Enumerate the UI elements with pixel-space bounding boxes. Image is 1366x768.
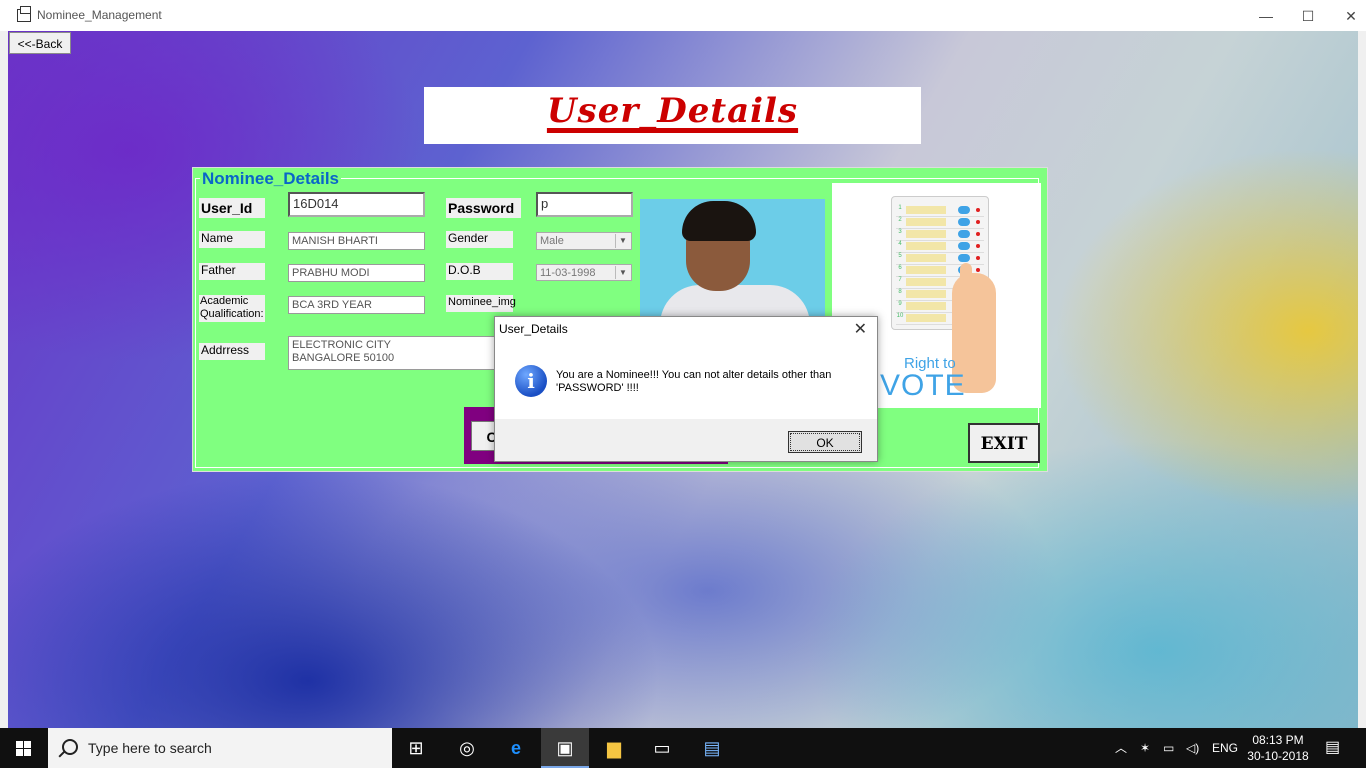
photo-shirt [660, 285, 810, 319]
dialog-footer: OK [495, 419, 877, 461]
clock-date: 30-10-2018 [1247, 749, 1309, 763]
nominee-photo [640, 199, 825, 319]
close-window-button[interactable]: ✕ [1328, 4, 1366, 28]
window-left-edge [0, 31, 8, 728]
user-id-field[interactable]: 16D014 [288, 192, 425, 217]
start-button[interactable] [0, 728, 48, 768]
ok-button[interactable]: OK [788, 431, 862, 453]
app-icon [17, 6, 31, 22]
battery-icon[interactable]: ▭ [1163, 728, 1174, 768]
notifications-icon[interactable]: ▤ [1325, 728, 1340, 768]
message-dialog: User_Details ✕ i You are a Nominee!!! Yo… [494, 316, 878, 462]
dialog-close-icon[interactable]: ✕ [854, 319, 867, 339]
dialog-message-line1: You are a Nominee!!! You can not alter d… [556, 369, 832, 381]
father-label: Father [199, 263, 265, 280]
password-field[interactable]: p [536, 192, 633, 217]
name-field[interactable]: MANISH BHARTI [288, 232, 425, 250]
qualification-label: Academic Qualification: [199, 295, 265, 322]
task-view-icon[interactable]: ⊞ [392, 728, 440, 768]
gender-select[interactable]: Male ▼ [536, 232, 632, 250]
address-label: Addrress [199, 343, 265, 360]
windows-logo-icon [16, 741, 31, 756]
dialog-title: User_Details [499, 322, 568, 336]
father-field[interactable]: PRABHU MODI [288, 264, 425, 282]
name-label: Name [199, 231, 265, 248]
gender-label: Gender [446, 231, 513, 248]
dob-label: D.O.B [446, 263, 513, 280]
file-explorer-icon[interactable]: ▆ [590, 728, 638, 768]
volume-icon[interactable]: ◁) [1186, 728, 1199, 768]
window-right-edge [1358, 31, 1366, 728]
vote-text: VOTE [880, 369, 966, 402]
maximize-button[interactable]: ☐ [1285, 4, 1331, 28]
edge-icon[interactable]: e [492, 728, 540, 768]
taskbar-search-box[interactable]: Type here to search [48, 728, 392, 768]
command-prompt-icon[interactable]: ▭ [638, 728, 686, 768]
address-field[interactable]: ELECTRONIC CITY BANGALORE 50100 [288, 336, 498, 370]
network-icon[interactable]: ✶ [1140, 728, 1150, 768]
page-title: User_Details [546, 91, 799, 131]
photo-hair [682, 201, 756, 241]
minimize-button[interactable]: — [1243, 4, 1289, 28]
dob-picker[interactable]: 11-03-1998 ▼ [536, 264, 632, 281]
dob-value: 11-03-1998 [540, 267, 596, 279]
password-label: Password [446, 198, 521, 218]
window-app-icon[interactable]: ▤ [688, 728, 736, 768]
chevron-down-icon[interactable]: ▼ [615, 266, 630, 279]
window-title: Nominee_Management [37, 8, 162, 22]
chevron-down-icon[interactable]: ▼ [615, 234, 630, 248]
info-icon: i [515, 365, 547, 397]
qualification-field[interactable]: BCA 3RD YEAR [288, 296, 425, 314]
taskbar: Type here to search ⊞ ◎ e ▣ ▆ ▭ ▤ ︿ ✶ ▭ … [0, 728, 1366, 768]
clock-time: 08:13 PM [1252, 733, 1304, 747]
group-title: Nominee_Details [200, 169, 341, 189]
nominee-img-label: Nominee_img [446, 295, 516, 312]
header-banner: User_Details [424, 87, 921, 144]
dialog-message-line2: 'PASSWORD' !!!! [556, 382, 639, 394]
language-indicator[interactable]: ENG [1212, 728, 1238, 768]
cortana-icon[interactable]: ◎ [443, 728, 491, 768]
user-id-label: User_Id [199, 198, 265, 218]
search-placeholder: Type here to search [88, 740, 212, 756]
clock[interactable]: 08:13 PM 30-10-2018 [1244, 732, 1312, 764]
vb-app-icon[interactable]: ▣ [541, 728, 589, 768]
chevron-up-icon[interactable]: ︿ [1115, 728, 1127, 768]
search-icon [62, 739, 78, 755]
dialog-message: You are a Nominee!!! You can not alter d… [556, 369, 831, 395]
gender-value: Male [540, 235, 564, 247]
exit-button[interactable]: EXIT [968, 423, 1040, 463]
back-button[interactable]: <<-Back [9, 32, 71, 54]
title-bar: Nominee_Management — ☐ ✕ [0, 0, 1366, 31]
